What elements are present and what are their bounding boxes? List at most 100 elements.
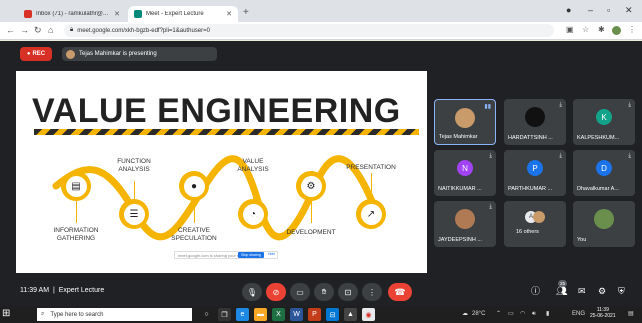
account-avatar[interactable] [612,26,621,35]
language-indicator[interactable]: ENG [572,310,585,318]
home-icon[interactable]: ⌂ [48,24,53,36]
close-tab-icon[interactable]: ✕ [226,10,232,18]
captions-button[interactable]: ▭ [290,283,310,301]
windows-start-icon[interactable]: ⊞ [2,309,10,319]
others-tile[interactable]: A 16 others [504,201,566,247]
lock-icon: 🔒︎ [70,27,74,33]
notifications-icon[interactable]: ▤ [628,310,634,318]
people-icon[interactable]: 👥︎ [556,286,567,296]
microphone-button[interactable]: 🎙︎ [242,283,262,301]
tray-chevron-icon[interactable]: ⌃ [496,310,501,318]
participant-tile[interactable]: ⤓ JAYDEEPSINH ... [434,201,496,247]
battery-icon[interactable]: ▮ [546,310,549,318]
taskbar-search[interactable]: ⌕ Type here to search [37,308,192,321]
profile-icon[interactable]: ● [566,5,571,15]
mic-muted-icon: ⤓ [559,153,562,159]
step-5-label: DEVELOPMENT [286,229,336,236]
list-icon: ▤ [65,175,87,197]
task-view-icon[interactable]: ❐ [218,308,231,321]
tab-gmail[interactable]: Inbox (71) - ramkulathr@bnbtu... ✕ [18,6,126,22]
shared-slide: VALUE ENGINEERING ▤ INFORMATION GATHERIN… [16,71,427,273]
maximize-icon[interactable]: ▫ [607,5,610,15]
host-controls-icon[interactable]: ⛨ [618,286,625,296]
participant-video [455,108,475,128]
new-tab-button[interactable]: + [243,8,249,18]
extensions-icon[interactable]: ✱ [598,25,605,35]
participant-avatar: D [596,160,612,176]
raise-hand-button[interactable]: ✋︎ [314,283,334,301]
meeting-details[interactable]: 11:39 AM | Expert Lecture [20,287,104,294]
mic-muted-icon: ⤓ [489,204,492,210]
others-count: 16 others [516,229,539,235]
file-explorer-icon[interactable]: ▬ [254,308,267,321]
minimize-icon[interactable]: – [588,5,593,15]
speaking-indicator-icon: ▮▮ [484,104,491,110]
hide-button[interactable]: Hide [268,252,275,256]
camera-off-button[interactable]: ⊘ [266,283,286,301]
participant-avatar: N [457,160,473,176]
activities-icon[interactable]: ⚙︎ [598,286,606,296]
present-button[interactable]: ⊡ [338,283,358,301]
close-tab-icon[interactable]: ✕ [114,10,120,18]
step-4-label: VALUE ANALYSIS [237,158,269,173]
recording-badge: ● REC [20,47,52,61]
participant-name: You [577,237,587,243]
participant-tile[interactable]: ⤓ HARDATTSINH ... [504,99,566,145]
more-options-button[interactable]: ⋮ [362,283,382,301]
temperature-readout[interactable]: 28°C [472,310,485,318]
participant-tile[interactable]: ▮▮ Tejas Mahimkar [434,99,496,145]
pie-chart-icon: ◔ [242,203,264,225]
gears-icon: ⚙ [300,175,322,197]
step-6-label: PRESENTATION [346,164,396,171]
network-icon[interactable]: ▭ [508,310,514,318]
address-bar[interactable]: 🔒︎ meet.google.com/xkh-bgzb-edf?pli=1&au… [64,24,554,37]
reload-icon[interactable]: ↻ [34,24,42,36]
close-window-icon[interactable]: ✕ [625,5,633,15]
participant-video [455,209,475,229]
wifi-icon[interactable]: ◠ [520,310,525,318]
step-2-circle: ☰ [119,199,149,229]
participant-tile[interactable]: N ⤓ NAITIKKUMAR ... [434,150,496,196]
meeting-info-icon[interactable]: ⓘ [531,286,540,296]
chrome-icon[interactable]: ◉ [362,308,375,321]
stop-sharing-button[interactable]: Stop sharing [238,252,264,258]
back-icon[interactable]: ← [6,24,15,36]
chat-icon[interactable]: ✉︎ [578,286,586,296]
store-icon[interactable]: ⊟ [326,308,339,321]
camera-in-use-icon[interactable]: ▣ [566,25,574,35]
participant-tile[interactable]: P ⤓ PARTHKUMAR ... [504,150,566,196]
step-4-circle: ◔ [238,199,268,229]
word-icon[interactable]: W [290,308,303,321]
leave-call-button[interactable]: ☎︎ [388,283,412,301]
participant-tile[interactable]: K ⤓ KALPESHKUM... [573,99,635,145]
participant-tile[interactable]: D ⤓ Dhavalkumar A... [573,150,635,196]
step-connector [76,199,77,223]
step-6-circle: ↗ [356,199,386,229]
camera-off-icon: ⊘ [272,287,280,297]
self-tile[interactable]: You [573,201,635,247]
vlc-icon[interactable]: ▲ [344,308,357,321]
weather-icon[interactable]: ☁︎ [462,310,468,318]
captions-icon: ▭ [296,287,304,297]
search-icon: ⌕ [41,311,45,317]
bookmark-star-icon[interactable]: ☆ [582,25,589,35]
participant-name: Dhavalkumar A... [577,186,619,192]
forward-icon[interactable]: → [20,24,29,36]
menu-icon[interactable]: ⋮ [628,25,636,35]
presenter-avatar [66,49,75,59]
excel-icon[interactable]: X [272,308,285,321]
taskbar-clock[interactable]: 11:39 25-06-2021 [590,307,616,319]
meet-icon [134,10,142,18]
powerpoint-icon[interactable]: P [308,308,321,321]
tab-meet[interactable]: Meet - Expert Lecture ✕ [128,6,238,22]
tab-title: Inbox (71) - ramkulathr@bnbtu... [36,11,110,17]
participant-name: KALPESHKUM... [577,135,620,141]
step-connector [253,181,254,199]
end-call-icon: ☎︎ [394,286,406,297]
self-video [594,209,614,229]
edge-icon[interactable]: e [236,308,249,321]
mic-muted-icon: ⤓ [489,153,492,159]
cortana-icon[interactable]: ○ [200,308,213,321]
presenting-banner: Tejas Mahimkar is presenting [62,47,217,61]
volume-icon[interactable]: 🔊︎ [532,310,536,318]
